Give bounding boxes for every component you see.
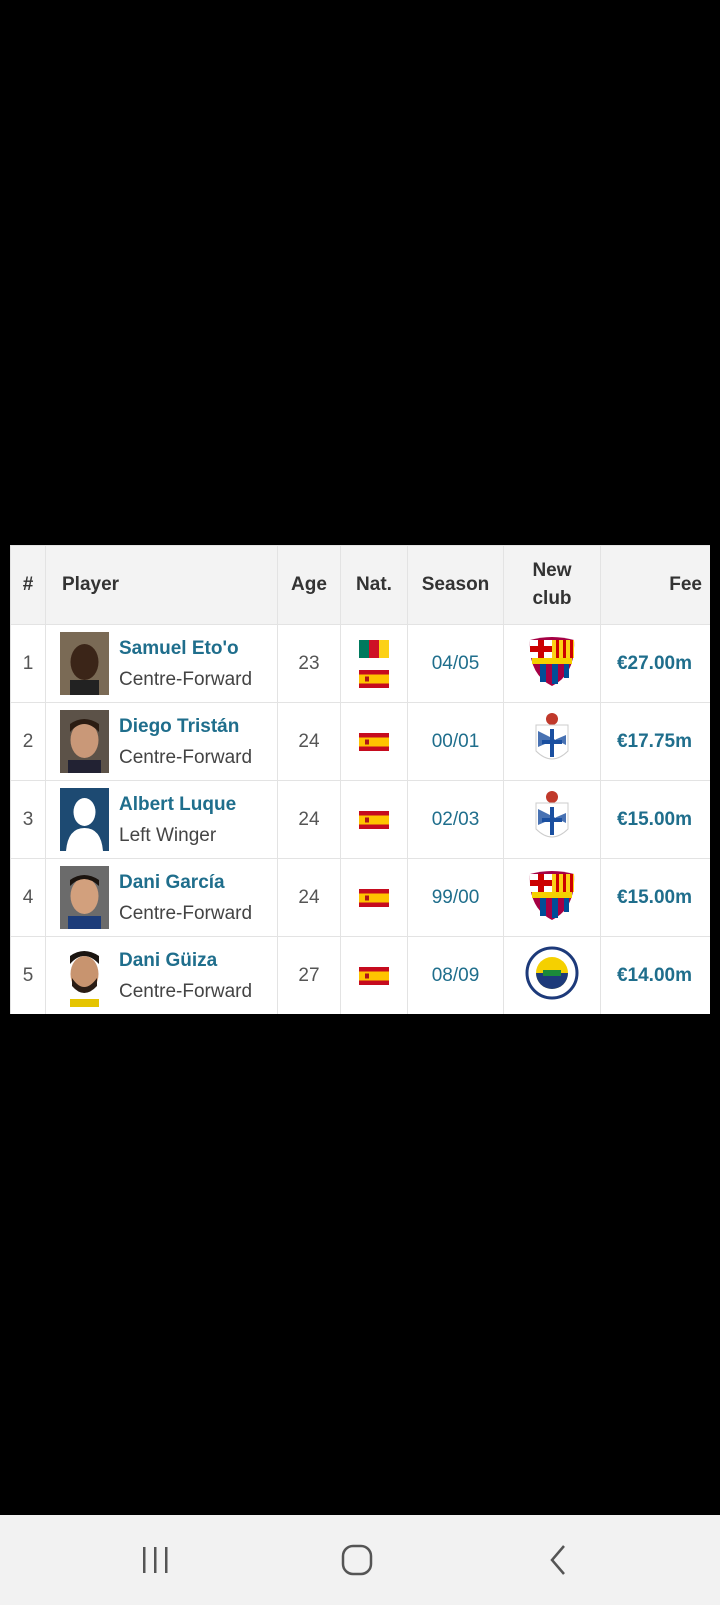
fc-barcelona-crest-icon[interactable] xyxy=(526,868,578,928)
spain-flag-icon[interactable] xyxy=(359,966,389,985)
age-cell: 27 xyxy=(277,936,341,1014)
player-cell: Albert Luque Left Winger xyxy=(45,780,278,859)
header-new-club-line1: New xyxy=(532,560,572,581)
player-position: Centre-Forward xyxy=(119,980,253,1002)
fee-cell[interactable]: €17.75m xyxy=(600,702,710,781)
home-button[interactable] xyxy=(327,1535,387,1585)
age-cell: 24 xyxy=(277,780,341,859)
player-position: Centre-Forward xyxy=(119,902,253,924)
table-row: 2 Diego Tristán Centre-Forward 24 00/01 … xyxy=(10,702,710,781)
nationality-cell xyxy=(340,780,408,859)
deportivo-la-coruna-crest-icon[interactable] xyxy=(530,711,574,773)
back-icon xyxy=(550,1545,565,1575)
android-navigation-bar xyxy=(0,1515,720,1605)
home-icon xyxy=(341,1544,373,1576)
nationality-cell xyxy=(340,858,408,937)
season-cell[interactable]: 08/09 xyxy=(407,936,504,1014)
player-name-link[interactable]: Diego Tristán xyxy=(119,711,252,742)
player-name-link[interactable]: Dani Güiza xyxy=(119,945,252,976)
player-photo[interactable] xyxy=(60,944,109,1007)
transfers-table-container: # Player Age Nat. Season New club Fee 1 xyxy=(10,545,710,1014)
recent-apps-button[interactable] xyxy=(125,1535,185,1585)
age-cell: 24 xyxy=(277,858,341,937)
rank-cell: 3 xyxy=(10,780,46,859)
player-cell: Diego Tristán Centre-Forward xyxy=(45,702,278,781)
nationality-cell xyxy=(340,702,408,781)
recent-apps-icon xyxy=(143,1547,168,1573)
table-row: 3 Albert Luque Left Winger 24 02/03 €15.… xyxy=(10,780,710,859)
header-player[interactable]: Player xyxy=(45,545,278,625)
player-name-link[interactable]: Albert Luque xyxy=(119,789,236,820)
player-position: Centre-Forward xyxy=(119,668,253,690)
club-cell xyxy=(503,780,601,859)
player-position: Left Winger xyxy=(119,824,217,846)
spain-flag-icon[interactable] xyxy=(359,888,389,907)
spain-flag-icon[interactable] xyxy=(359,732,389,751)
rank-cell: 5 xyxy=(10,936,46,1014)
header-age[interactable]: Age xyxy=(277,545,341,625)
rank-cell: 1 xyxy=(10,624,46,703)
fee-cell[interactable]: €27.00m xyxy=(600,624,710,703)
header-season[interactable]: Season xyxy=(407,545,504,625)
fee-cell[interactable]: €14.00m xyxy=(600,936,710,1014)
deportivo-la-coruna-crest-icon[interactable] xyxy=(530,789,574,851)
player-name-link[interactable]: Dani García xyxy=(119,867,252,898)
season-cell[interactable]: 00/01 xyxy=(407,702,504,781)
back-button[interactable] xyxy=(529,1535,589,1585)
header-new-club[interactable]: New club xyxy=(503,545,601,625)
table-header-row: # Player Age Nat. Season New club Fee xyxy=(10,545,710,625)
season-cell[interactable]: 04/05 xyxy=(407,624,504,703)
spain-flag-icon[interactable] xyxy=(359,810,389,829)
player-photo[interactable] xyxy=(60,866,109,929)
club-cell xyxy=(503,624,601,703)
table-row: 5 Dani Güiza Centre-Forward 27 08/09 €14… xyxy=(10,936,710,1014)
table-row: 4 Dani García Centre-Forward 24 99/00 €1… xyxy=(10,858,710,937)
player-cell: Dani García Centre-Forward xyxy=(45,858,278,937)
club-cell xyxy=(503,702,601,781)
age-cell: 23 xyxy=(277,624,341,703)
player-photo[interactable] xyxy=(60,710,109,773)
transfers-table: # Player Age Nat. Season New club Fee 1 xyxy=(10,545,710,1014)
nationality-cell xyxy=(340,624,408,703)
player-photo[interactable] xyxy=(60,632,109,695)
fee-cell[interactable]: €15.00m xyxy=(600,780,710,859)
season-cell[interactable]: 99/00 xyxy=(407,858,504,937)
player-cell: Samuel Eto'o Centre-Forward xyxy=(45,624,278,703)
fee-cell[interactable]: €15.00m xyxy=(600,858,710,937)
header-nat[interactable]: Nat. xyxy=(340,545,408,625)
header-rank[interactable]: # xyxy=(10,545,46,625)
nationality-cell xyxy=(340,936,408,1014)
cameroon-flag-icon[interactable] xyxy=(359,639,389,658)
rank-cell: 2 xyxy=(10,702,46,781)
player-cell: Dani Güiza Centre-Forward xyxy=(45,936,278,1014)
header-fee[interactable]: Fee xyxy=(600,545,710,625)
player-name-link[interactable]: Samuel Eto'o xyxy=(119,633,252,664)
age-cell: 24 xyxy=(277,702,341,781)
rank-cell: 4 xyxy=(10,858,46,937)
club-cell xyxy=(503,936,601,1014)
player-photo-placeholder[interactable] xyxy=(60,788,109,851)
player-position: Centre-Forward xyxy=(119,746,253,768)
header-new-club-line2: club xyxy=(532,588,572,609)
season-cell[interactable]: 02/03 xyxy=(407,780,504,859)
club-cell xyxy=(503,858,601,937)
fenerbahce-crest-icon[interactable] xyxy=(525,946,579,1006)
table-row: 1 Samuel Eto'o Centre-Forward 23 04/05 €… xyxy=(10,624,710,703)
fc-barcelona-crest-icon[interactable] xyxy=(526,634,578,694)
spain-flag-icon[interactable] xyxy=(359,669,389,688)
